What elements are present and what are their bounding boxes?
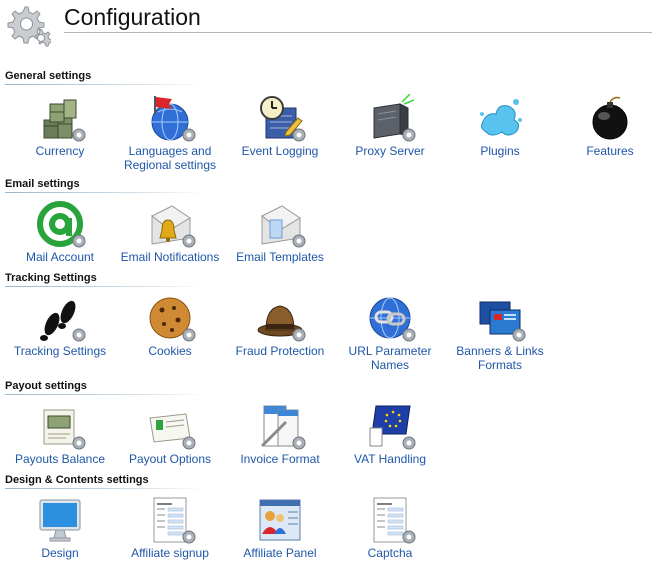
gear-icon [182,328,196,342]
config-item-affiliate-signup[interactable]: Affiliate signup [115,496,225,560]
gear-icon [402,436,416,450]
config-item-plugins[interactable]: Plugins [445,94,555,158]
gear-icon [72,328,86,342]
gear-icon [292,128,306,142]
config-item-banners-links-formats[interactable]: Banners & Links Formats [445,294,555,372]
config-item-label: Affiliate Panel [243,546,317,560]
gear-icon [182,436,196,450]
payout-card-icon [146,402,196,450]
config-item-label: Mail Account [25,250,95,264]
globe-link-icon [366,294,416,342]
config-item-fraud-protection[interactable]: Fraud Protection [225,294,335,358]
title-divider [64,32,652,33]
clock-pencil-icon [256,94,306,142]
gear-icon [512,328,526,342]
section-title-design-contents: Design & Contents settings [5,474,149,486]
section-title-general: General settings [5,70,92,82]
at-sign-icon [36,200,86,248]
config-item-label: Banners & Links Formats [456,344,544,372]
section-title-tracking: Tracking Settings [5,272,97,284]
section-title-payout: Payout settings [5,380,87,392]
config-item-label: Event Logging [241,144,319,158]
config-item-label: Currency [35,144,85,158]
section-divider-design-contents [5,488,205,489]
gears-icon [7,6,51,47]
config-item-label: Fraud Protection [235,344,325,358]
config-item-mail-account[interactable]: Mail Account [5,200,115,264]
config-item-captcha[interactable]: Captcha [335,496,445,560]
config-item-affiliate-panel[interactable]: Affiliate Panel [225,496,335,560]
config-item-proxy-server[interactable]: Proxy Server [335,94,445,158]
gear-icon [182,530,196,544]
page-header: Configuration [0,0,653,60]
config-item-event-logging[interactable]: Event Logging [225,94,335,158]
affiliate-panel-icon [256,496,304,544]
server-icon [366,94,416,142]
config-item-label: Email Templates [236,250,324,264]
config-item-label: Captcha [367,546,413,560]
config-item-label: Invoice Format [240,452,320,466]
config-item-vat-handling[interactable]: VAT Handling [335,402,445,466]
gear-icon [72,234,86,248]
config-item-label: Payout Options [128,452,212,466]
config-item-label: Proxy Server [355,144,425,158]
config-item-email-notifications[interactable]: Email Notifications [115,200,225,264]
section-divider-payout [5,394,205,395]
config-item-design[interactable]: Design [5,496,115,560]
monitor-icon [36,496,84,544]
gear-icon [292,234,306,248]
page-title: Configuration [64,4,201,30]
config-item-cookies[interactable]: Cookies [115,294,225,358]
detective-hat-icon [256,294,306,342]
config-item-label: Affiliate signup [131,546,209,560]
gear-icon [402,328,416,342]
config-item-payout-options[interactable]: Payout Options [115,402,225,466]
cookie-icon [146,294,196,342]
gear-icon [182,234,196,248]
gear-icon [72,436,86,450]
gear-icon [182,128,196,142]
money-balance-icon [36,402,86,450]
eu-flag-icon [366,402,416,450]
config-item-url-parameter-names[interactable]: URL Parameter Names [335,294,445,372]
gear-icon [292,328,306,342]
config-item-payouts-balance[interactable]: Payouts Balance [5,402,115,466]
config-item-label: Design [41,546,79,560]
section-divider-general [5,84,205,85]
banners-icon [476,294,526,342]
config-item-label: Features [586,144,634,158]
signup-form-icon [146,496,196,544]
envelope-bell-icon [146,200,196,248]
captcha-form-icon [366,496,416,544]
section-divider-tracking [5,286,205,287]
gear-icon [72,128,86,142]
section-title-email: Email settings [5,178,80,190]
config-item-tracking-settings[interactable]: Tracking Settings [5,294,115,358]
config-item-languages[interactable]: Languages and Regional settings [115,94,225,172]
gear-icon [292,436,306,450]
invoice-pen-icon [256,402,306,450]
config-item-invoice-format[interactable]: Invoice Format [225,402,335,466]
config-item-features[interactable]: Features [555,94,653,158]
globe-flag-icon [146,94,196,142]
bomb-icon [586,94,634,142]
gear-icon [402,128,416,142]
config-item-label: VAT Handling [353,452,427,466]
config-item-label: URL Parameter Names [348,344,432,372]
footprints-icon [36,294,86,342]
config-item-label: Email Notifications [120,250,220,264]
config-item-currency[interactable]: Currency [5,94,115,158]
config-item-label: Plugins [480,144,520,158]
config-item-label: Languages and Regional settings [123,144,217,172]
config-item-label: Payouts Balance [14,452,106,466]
config-item-label: Tracking Settings [13,344,107,358]
config-item-label: Cookies [148,344,192,358]
section-divider-email [5,192,205,193]
config-item-email-templates[interactable]: Email Templates [225,200,335,264]
currency-icon [36,94,86,142]
envelope-template-icon [256,200,306,248]
puzzle-splash-icon [476,94,524,142]
gear-icon [402,530,416,544]
